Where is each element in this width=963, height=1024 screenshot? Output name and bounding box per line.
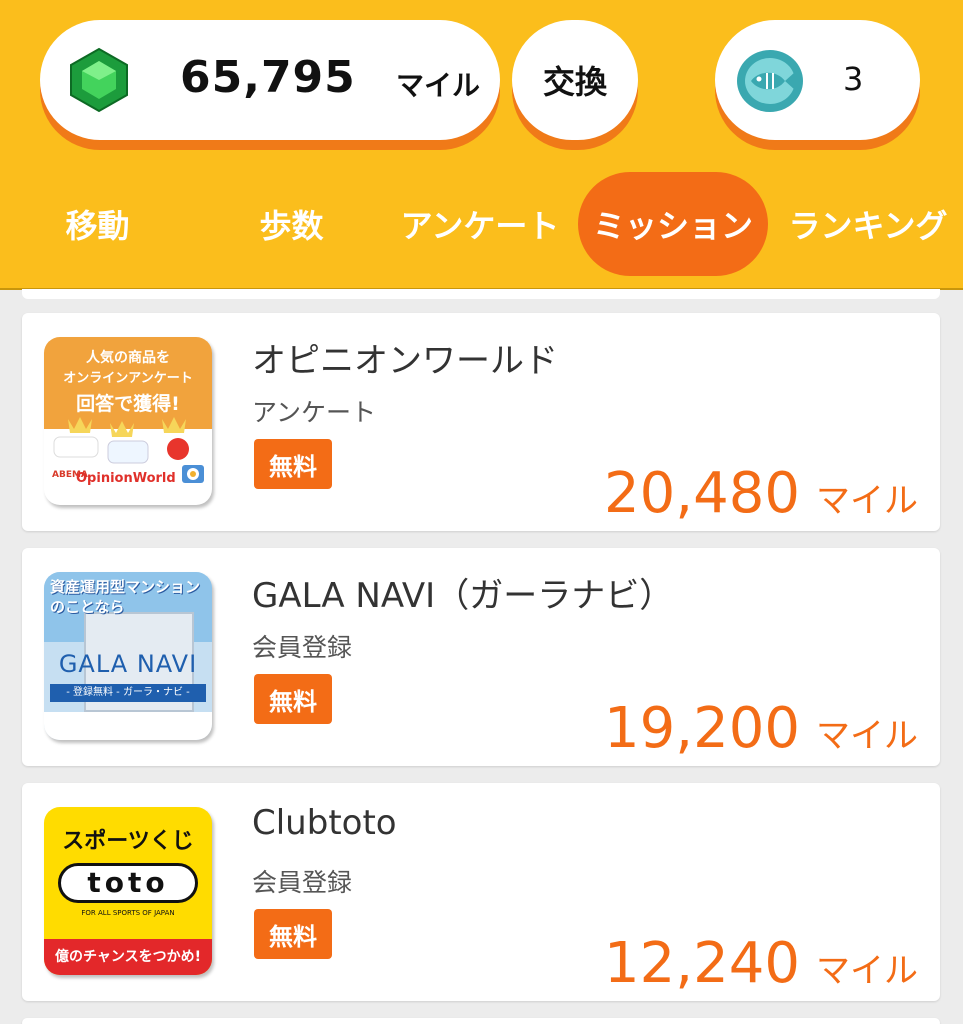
thumbnail-text: のことなら [50,598,125,616]
mission-reward: 19,200 マイル [604,696,918,761]
mission-reward: 12,240 マイル [604,931,918,996]
thumbnail-text: 人気の商品を [86,350,170,366]
free-badge: 無料 [254,439,332,489]
tab-mission[interactable]: ミッション [578,172,768,276]
tab-survey[interactable]: アンケート [400,172,560,276]
top-header: 65,795 マイル 交換 3 移動 歩数 アンケート ミッション ランキング [0,0,963,290]
mission-card[interactable]: 資産運用型マンション のことなら GALA NAVI - 登録無料 - ガーラ・… [22,548,940,766]
reward-unit: マイル [816,716,918,756]
thumbnail-footer [44,712,212,740]
mission-category: 会員登録 [252,633,353,662]
camera-icon [182,465,204,483]
mission-title: GALA NAVI（ガーラナビ） [252,576,674,616]
opinion-world-brand: OpinionWorld [76,471,176,486]
emerald-gem-icon [70,47,128,113]
thumbnail-text: FOR ALL SPORTS OF JAPAN [81,909,175,917]
next-card-edge [22,1018,940,1024]
free-badge: 無料 [254,909,332,959]
tab-steps[interactable]: 歩数 [214,172,369,276]
reward-value: 20,480 [604,461,800,526]
mission-card[interactable]: 人気の商品を オンラインアンケート 回答で獲得! ABEMA OpinionWo… [22,313,940,531]
coin-count: 3 [843,60,864,98]
mission-card[interactable]: スポーツくじ toto FOR ALL SPORTS OF JAPAN 億のチャ… [22,783,940,1001]
reward-unit: マイル [816,481,918,521]
gala-navi-logo: GALA NAVI [58,650,198,678]
thumbnail-text: 資産運用型マンション [50,578,201,596]
mission-title: オピニオンワールド [252,341,558,381]
coin-balance[interactable]: 3 [715,20,920,140]
reward-value: 12,240 [604,931,800,996]
mission-category: アンケート [252,398,377,427]
tab-ranking[interactable]: ランキング [788,172,948,276]
previous-card-edge [22,289,940,299]
tab-move[interactable]: 移動 [20,172,175,276]
free-badge: 無料 [254,674,332,724]
exchange-label: 交換 [542,63,607,101]
miles-unit: マイル [396,69,481,102]
mission-reward: 20,480 マイル [604,461,918,526]
exchange-button[interactable]: 交換 [512,20,638,140]
category-tabs: 移動 歩数 アンケート ミッション ランキング [0,172,963,276]
thumbnail-text: オンラインアンケート [63,371,193,386]
miles-balance[interactable]: 65,795 マイル [40,20,500,140]
mission-title: Clubtoto [252,803,397,843]
crown-prize-icons: ABEMA [52,417,189,480]
reward-value: 19,200 [604,696,800,761]
miles-value: 65,795 [180,52,356,103]
toto-logo: toto [58,863,198,903]
thumbnail-text: スポーツくじ [62,829,194,854]
fish-coin-icon [737,50,803,112]
mission-category: 会員登録 [252,868,353,897]
thumbnail-text: - 登録無料 - ガーラ・ナビ - [50,684,206,702]
reward-unit: マイル [816,951,918,991]
opinion-world-thumbnail: 人気の商品を オンラインアンケート 回答で獲得! ABEMA OpinionWo… [44,337,212,505]
thumbnail-text: 億のチャンスをつかめ! [44,939,212,975]
toto-thumbnail: スポーツくじ toto FOR ALL SPORTS OF JAPAN 億のチャ… [44,807,212,975]
gala-navi-thumbnail: 資産運用型マンション のことなら GALA NAVI - 登録無料 - ガーラ・… [44,572,212,740]
